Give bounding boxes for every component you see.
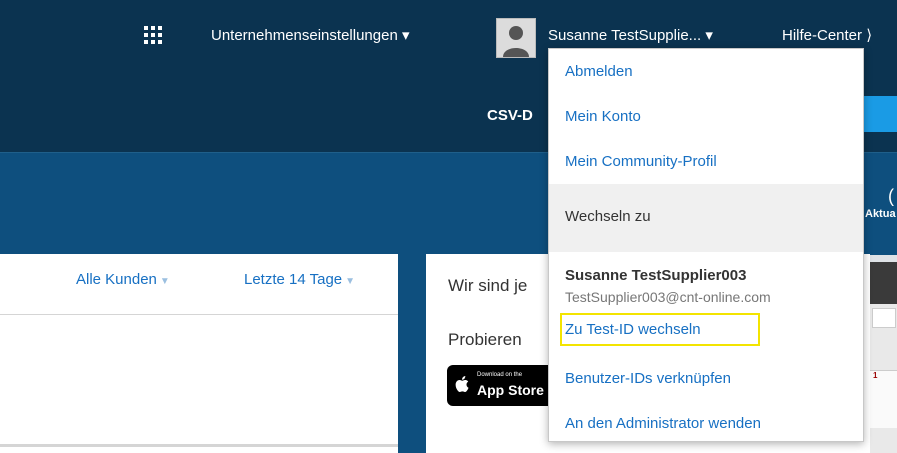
thumbnail-stat: 1 xyxy=(870,370,897,428)
link-user-ids-link[interactable]: Benutzer-IDs verknüpfen xyxy=(565,370,731,387)
my-account-link[interactable]: Mein Konto xyxy=(565,108,641,125)
chevron-down-icon: ▼ xyxy=(345,276,356,287)
contact-admin-link[interactable]: An den Administrator wenden xyxy=(565,415,761,432)
thumbnail-image xyxy=(870,262,897,304)
app-store-caption: Download on the xyxy=(477,372,523,378)
customer-filter[interactable]: Alle Kunden ▼ xyxy=(76,271,170,288)
company-settings-menu[interactable]: Unternehmenseinstellungen ▾ xyxy=(211,26,410,44)
promo-text: Probieren xyxy=(448,330,522,349)
orders-panel: Alle Kunden ▼ Letzte 14 Tage ▼ xyxy=(0,254,398,453)
csv-download-label[interactable]: CSV-D xyxy=(487,107,533,124)
app-store-title: App Store xyxy=(477,382,544,398)
divider xyxy=(0,314,398,315)
help-center-link[interactable]: Hilfe-Center ⟩ xyxy=(782,26,872,44)
switch-test-id-link[interactable]: Zu Test-ID wechseln xyxy=(565,321,701,338)
summary-value: ( xyxy=(888,186,894,206)
apple-icon xyxy=(455,376,469,392)
period-filter[interactable]: Letzte 14 Tage ▼ xyxy=(244,271,355,288)
user-name: Susanne TestSupplier003 xyxy=(565,267,747,284)
switch-to-label: Wechseln zu xyxy=(565,208,651,225)
grid-icon[interactable] xyxy=(144,26,162,44)
user-menu[interactable]: Susanne TestSupplie... ▾ xyxy=(548,26,713,44)
user-dropdown-menu: Abmelden Mein Konto Mein Community-Profi… xyxy=(548,48,864,442)
thumbnail-preview: 1 xyxy=(870,262,897,453)
avatar[interactable] xyxy=(496,18,536,58)
switch-to-section: Wechseln zu xyxy=(549,184,863,252)
divider xyxy=(0,444,398,447)
period-filter-label: Letzte 14 Tage xyxy=(244,271,343,288)
summary-label: Aktua xyxy=(865,208,896,220)
logout-link[interactable]: Abmelden xyxy=(565,63,633,80)
panel-gap xyxy=(398,254,426,453)
thumbnail-card xyxy=(872,308,896,328)
chevron-down-icon: ▼ xyxy=(159,276,170,287)
user-silhouette-icon xyxy=(497,19,535,57)
user-email: TestSupplier003@cnt-online.com xyxy=(565,289,771,305)
community-profile-link[interactable]: Mein Community-Profil xyxy=(565,153,717,170)
customer-filter-label: Alle Kunden xyxy=(76,271,157,288)
promo-heading: Wir sind je xyxy=(448,276,528,295)
